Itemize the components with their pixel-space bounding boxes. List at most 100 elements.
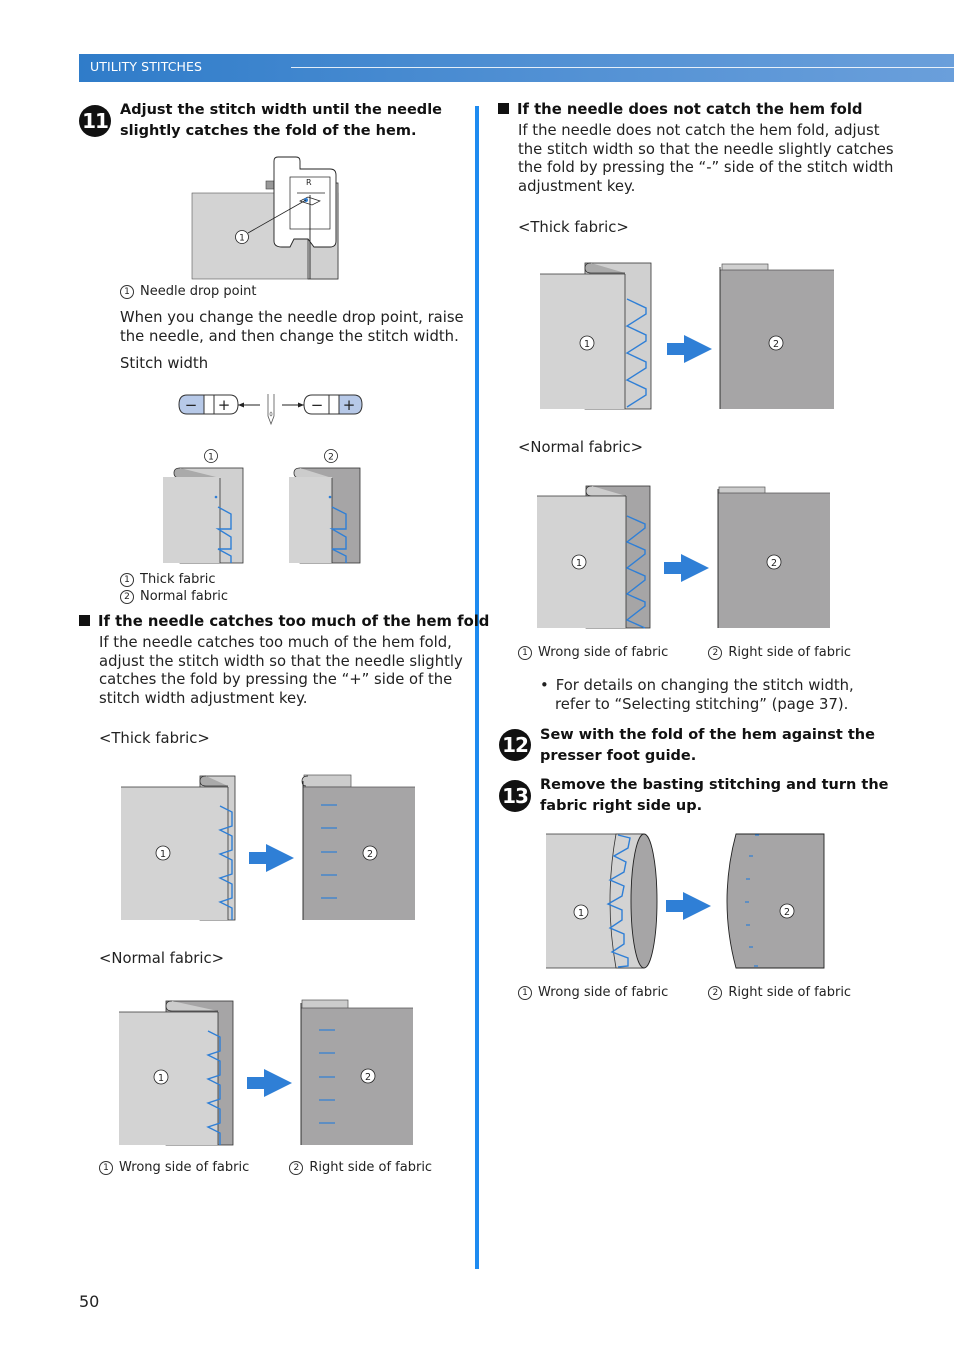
svg-text:1: 1 (576, 558, 582, 569)
stitch-width-keys-figure: − + − + (178, 394, 363, 426)
svg-text:2: 2 (784, 907, 790, 918)
arrow-right-icon (664, 554, 709, 582)
right-side-tube-illustration: 2 (726, 833, 825, 969)
legend-number: 2 (708, 986, 723, 1000)
step-13-line: fabric right side up. (540, 798, 703, 814)
step-12-line: presser foot guide. (540, 748, 697, 764)
stitch-width-label: Stitch width (120, 355, 209, 372)
body-line: the fold by pressing the “-” side of the… (518, 159, 894, 176)
too-much-legend: 1 Wrong side of fabric 2 Right side of fab… (99, 1159, 432, 1176)
legend-text: Wrong side of fabric (538, 645, 669, 660)
legend-item: 1 Wrong side of fabric (518, 985, 668, 1000)
section-title: UTILITY STITCHES (90, 59, 203, 74)
caption-text: Needle drop point (140, 284, 257, 299)
legend-item: 2 Right side of fabric (708, 985, 851, 1000)
arrow-right-icon (247, 1069, 292, 1097)
legend-number: 1 (518, 986, 532, 1000)
body-line: If the needle does not catch the hem fol… (518, 122, 880, 139)
right-side-illustration: 2 (300, 999, 413, 1145)
not-catch-thick-figure: 1 2 (540, 262, 834, 410)
svg-text:R: R (306, 178, 312, 187)
body-line: adjust the stitch width so that the need… (99, 652, 463, 670)
svg-text:1: 1 (578, 908, 584, 919)
too-much-body: If the needle catches too much of the he… (99, 634, 463, 708)
column-divider (475, 106, 479, 1269)
wrong-side-illustration: 1 (119, 1000, 234, 1146)
needle-icon (267, 394, 275, 426)
legend-text: Thick fabric (140, 572, 216, 587)
minus-icon: − (185, 396, 198, 414)
not-catch-legend: 1 Wrong side of fabric 2 Right side of fab… (518, 644, 851, 661)
legend-item: 1 Wrong side of fabric (518, 645, 668, 660)
presser-foot-figure: R 1 (191, 156, 339, 280)
too-much-normal-label: <Normal fabric> (99, 950, 225, 967)
step-13-text: Remove the basting stitching and turn th… (540, 775, 889, 817)
fabric-comparison-figure: 1 2 (163, 449, 361, 564)
not-catch-body: If the needle does not catch the hem fol… (518, 122, 894, 196)
step-12-badge: 12 (499, 729, 531, 761)
plus-icon: + (218, 396, 231, 414)
normal-fabric-illustration (289, 467, 361, 564)
needle-note: When you change the needle drop point, r… (120, 309, 464, 346)
arrow-right-icon (666, 892, 711, 920)
not-catch-heading: If the needle does not catch the hem fol… (498, 101, 863, 118)
right-side-illustration: 2 (719, 263, 834, 409)
arrow-right-icon (249, 844, 294, 872)
stitch-width-key-right[interactable]: − + (303, 394, 363, 415)
label-normal: 2 (328, 453, 334, 463)
step-11-badge: 11 (79, 105, 111, 137)
note-line: When you change the needle drop point, r… (120, 309, 464, 326)
wrong-side-illustration: 1 (540, 262, 652, 410)
stitch-width-key-left[interactable]: − + (178, 394, 239, 415)
stitch-width-reference-note: • For details on changing the stitch widt… (540, 677, 854, 714)
body-line: stitch width adjustment key. (99, 689, 308, 707)
legend-text: Wrong side of fabric (119, 1160, 250, 1175)
legend-number: 2 (289, 1161, 304, 1175)
step-12-text: Sew with the fold of the hem against the… (540, 725, 875, 767)
too-much-thick-figure: 1 2 (121, 774, 415, 921)
legend-item: 1 Thick fabric (120, 571, 228, 588)
legend-text: Normal fabric (140, 589, 229, 604)
note-line: refer to “Selecting stitching” (page 37)… (555, 695, 849, 713)
body-line: catches the fold by pressing the “+” sid… (99, 671, 453, 688)
step-13-badge: 13 (499, 780, 531, 812)
arrow-right-icon (667, 335, 712, 363)
header-rule (291, 67, 954, 68)
not-catch-normal-figure: 1 2 (537, 485, 830, 629)
caption-number: 1 (120, 285, 134, 299)
step-13-line: Remove the basting stitching and turn th… (540, 777, 889, 793)
thick-fabric-illustration (163, 467, 244, 564)
not-catch-thick-label: <Thick fabric> (518, 219, 629, 236)
step-11-text: Adjust the stitch width until the needle… (120, 100, 442, 142)
right-side-illustration: 2 (717, 486, 830, 628)
square-bullet-icon (79, 615, 90, 626)
svg-text:2: 2 (773, 339, 779, 350)
minus-icon: − (311, 396, 324, 414)
step-11-line: slightly catches the fold of the hem. (120, 123, 417, 139)
not-catch-normal-label: <Normal fabric> (518, 439, 644, 456)
step-11-line: Adjust the stitch width until the needle (120, 102, 442, 118)
step-12-line: Sew with the fold of the hem against the (540, 727, 875, 743)
too-much-thick-label: <Thick fabric> (99, 730, 210, 747)
note-line: the needle, and then change the stitch w… (120, 327, 459, 345)
svg-text:1: 1 (158, 1073, 164, 1084)
page-number: 50 (79, 1292, 100, 1311)
svg-text:1: 1 (584, 339, 590, 350)
wrong-side-illustration: 1 (537, 485, 651, 629)
legend-text: Right side of fabric (309, 1160, 433, 1175)
plus-icon: + (343, 396, 356, 414)
section-header-bar: UTILITY STITCHES (79, 54, 954, 82)
wrong-side-illustration: 1 (121, 775, 236, 921)
svg-text:2: 2 (771, 558, 777, 569)
svg-text:2: 2 (367, 849, 373, 860)
figure1-caption: 1 Needle drop point (120, 283, 257, 300)
legend-item: 2 Normal fabric (120, 588, 228, 605)
svg-text:2: 2 (365, 1072, 371, 1083)
figure2-legend: 1 Thick fabric 2 Normal fabric (120, 571, 228, 605)
legend-text: Right side of fabric (728, 645, 852, 660)
legend-number: 1 (99, 1161, 113, 1175)
svg-text:1: 1 (160, 849, 166, 860)
right-side-illustration: 2 (301, 774, 415, 920)
legend-text: Right side of fabric (728, 985, 852, 1000)
square-bullet-icon (498, 103, 509, 114)
